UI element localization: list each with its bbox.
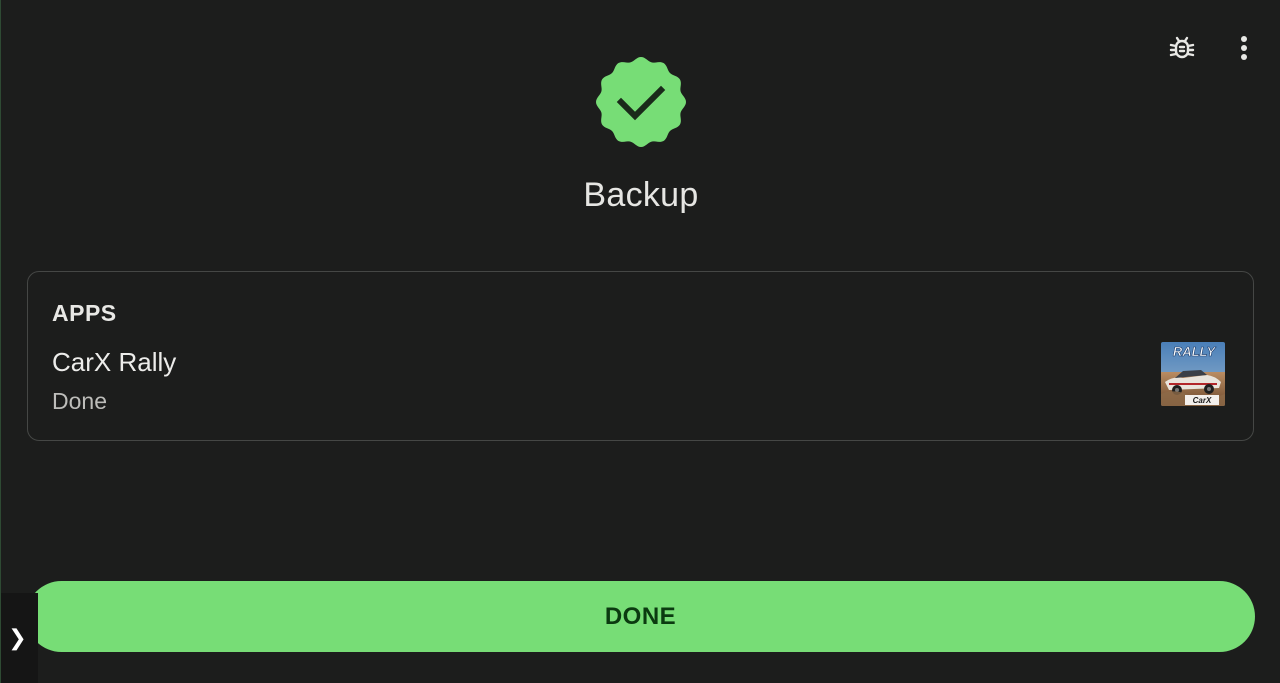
more-vert-icon [1241,36,1247,60]
more-options-button[interactable] [1226,30,1262,66]
check-badge-icon [596,57,686,147]
chevron-right-icon: ❯ [8,625,27,650]
side-panel-handle[interactable]: ❯ [1,593,38,683]
page-title: Backup [583,176,699,214]
debug-button[interactable] [1164,30,1200,66]
carx-rally-app-icon: RALLY CarX [1161,342,1225,406]
success-badge [595,56,687,148]
backup-complete-screen: Backup APPS CarX Rally Done RALLY CarX D… [0,0,1280,683]
bug-icon [1169,36,1195,59]
app-icon-brand-text: CarX [1193,396,1212,405]
app-icon-rally-text: RALLY [1173,344,1217,359]
done-button[interactable]: DONE [26,581,1255,652]
top-actions [1164,30,1262,66]
app-status: Done [52,388,107,414]
done-button-label: DONE [604,602,677,630]
backup-results-card: APPS CarX Rally Done RALLY CarX [27,271,1254,441]
app-name: CarX Rally [52,347,177,377]
section-header-apps: APPS [52,300,117,326]
